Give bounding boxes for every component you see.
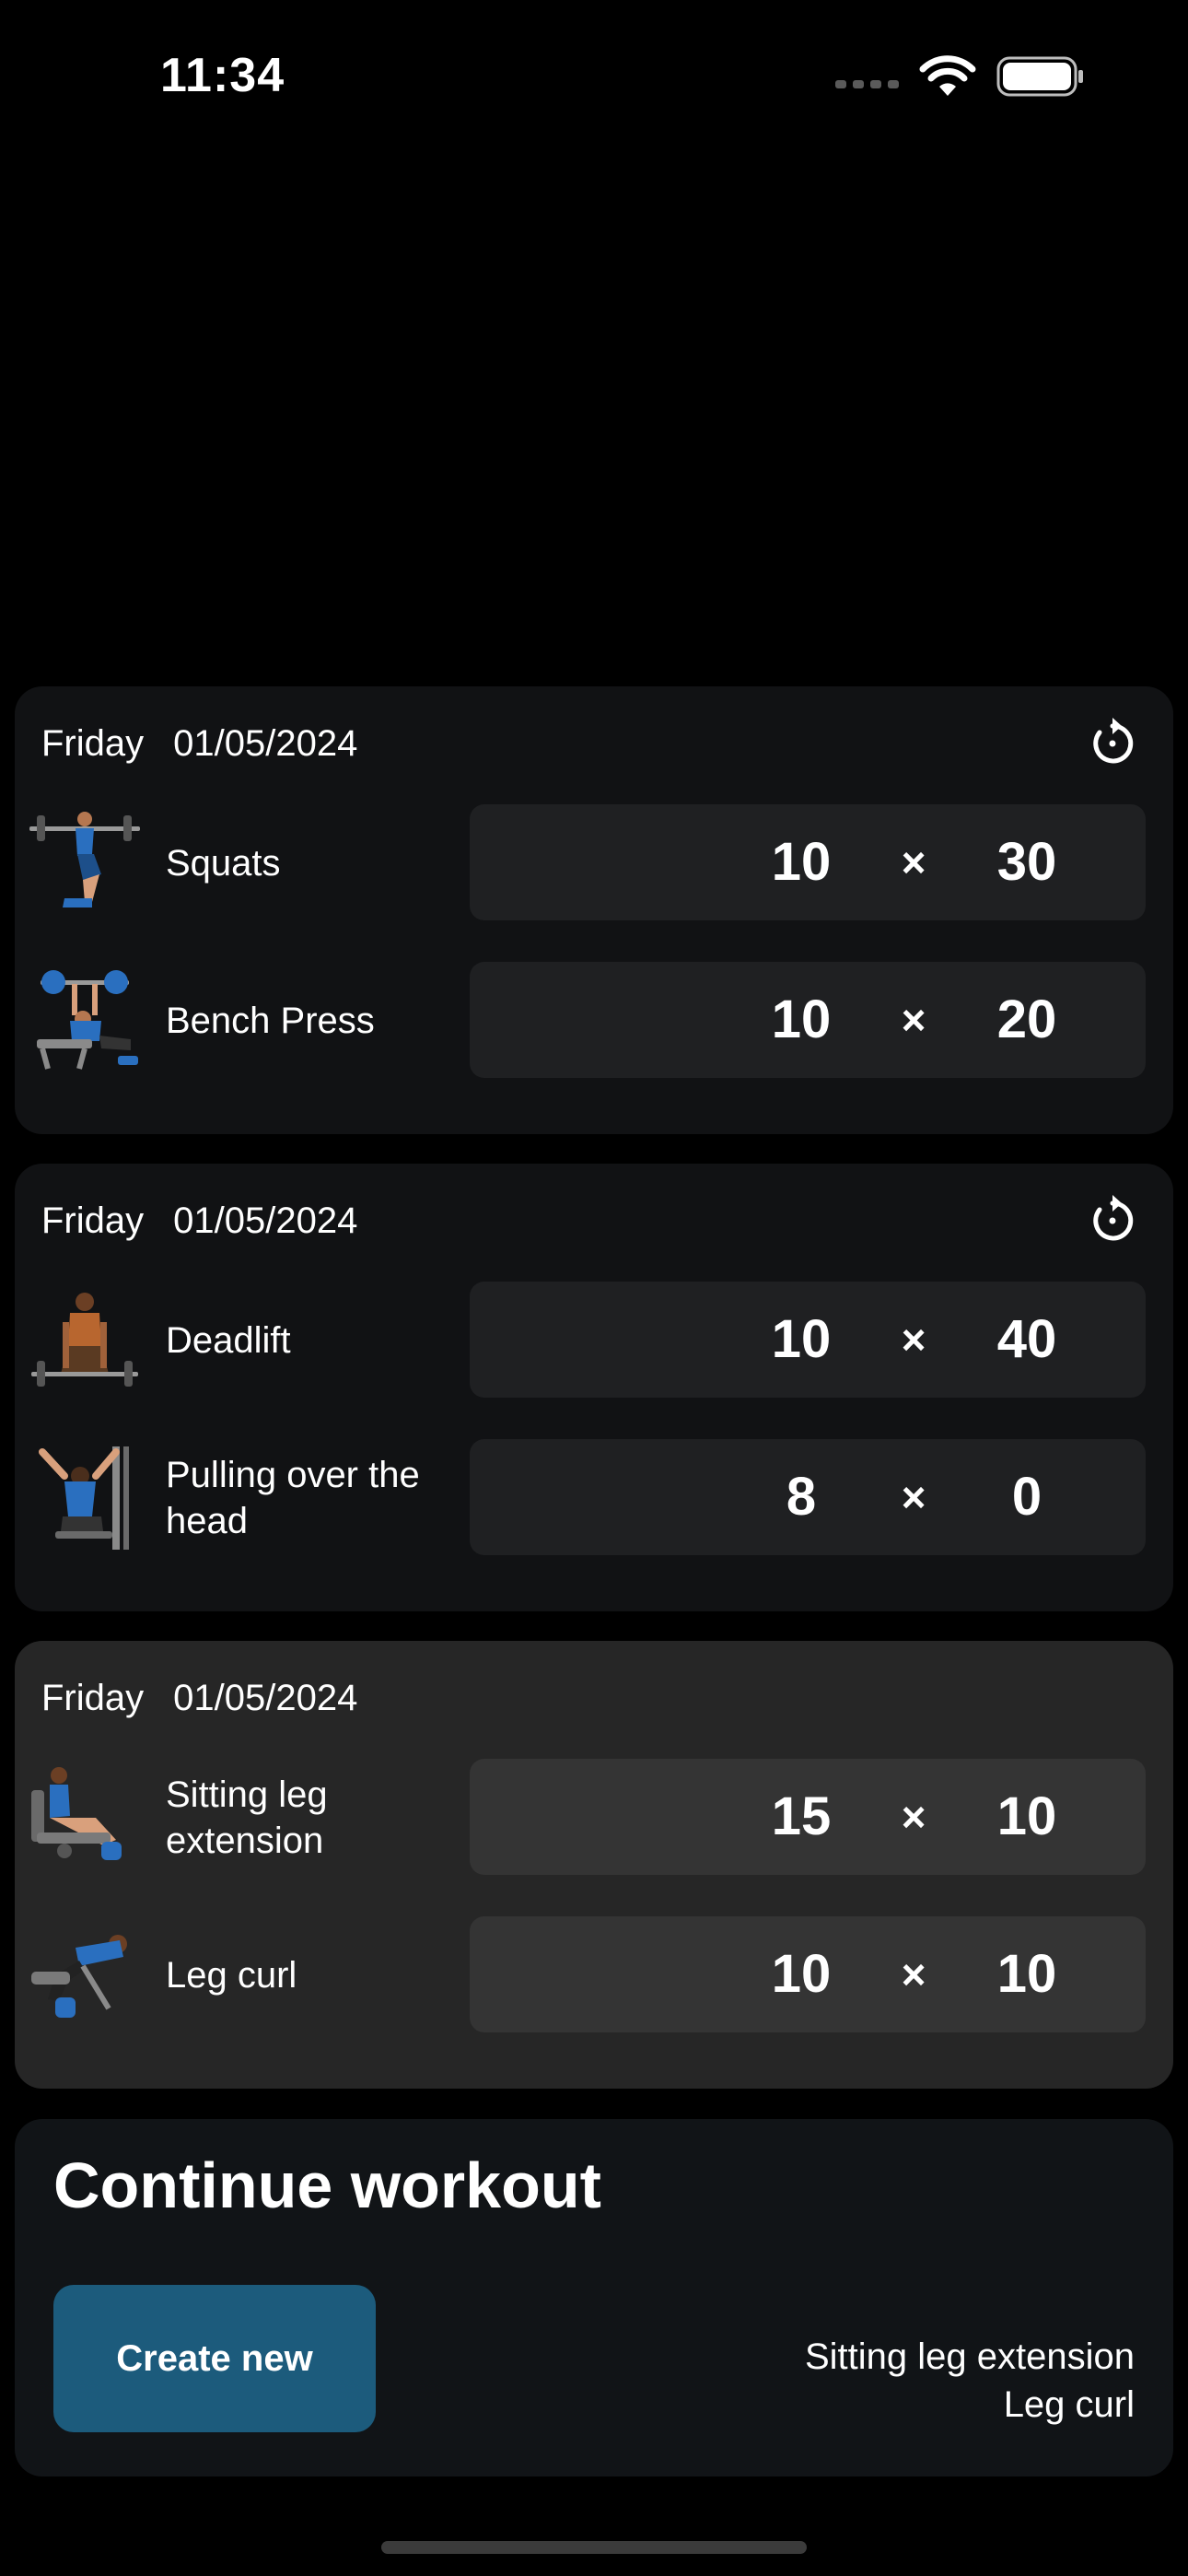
continue-workout-title: Continue workout (53, 2149, 601, 2221)
reps-value[interactable]: 8 (746, 1439, 856, 1555)
signal-dots-icon (835, 79, 899, 88)
weight-value[interactable]: 10 (958, 1916, 1096, 2032)
workout-day: Friday (41, 1200, 145, 1241)
weight-value[interactable]: 40 (958, 1282, 1096, 1398)
exercise-row[interactable]: Squats 10 × 30 (15, 804, 1173, 922)
exercise-values[interactable]: 8 × 0 (470, 1439, 1146, 1555)
exercise-values[interactable]: 10 × 10 (470, 1916, 1146, 2032)
leg-extension-figure-icon (31, 1767, 122, 1860)
squat-figure-icon (29, 812, 140, 907)
workout-card[interactable]: Friday 01/05/2024 Deadlift 10 × 40 Pulli… (15, 1164, 1173, 1611)
exercise-name: Squats (166, 843, 281, 884)
exercise-row[interactable]: Sitting leg extension 15 × 10 (15, 1759, 1173, 1877)
workout-date: 01/05/2024 (173, 1200, 358, 1241)
times-symbol: × (901, 1316, 926, 1364)
lat-pulldown-figure-icon (39, 1446, 129, 1550)
status-icons (835, 55, 1085, 98)
workout-date-header: Friday 01/05/2024 (41, 1200, 357, 1242)
exercise-name: Deadlift (166, 1320, 291, 1361)
exercise-row[interactable]: Leg curl 10 × 10 (15, 1916, 1173, 2034)
exercise-row[interactable]: Bench Press 10 × 20 (15, 962, 1173, 1080)
continue-workout-panel: Continue workout Create new Sitting leg … (15, 2119, 1173, 2476)
exercise-row[interactable]: Deadlift 10 × 40 (15, 1282, 1173, 1399)
reset-icon (1093, 1195, 1134, 1241)
reps-value[interactable]: 10 (746, 962, 856, 1078)
workout-date: 01/05/2024 (173, 723, 358, 764)
exercise-row[interactable]: Pulling over the head 8 × 0 (15, 1439, 1173, 1557)
exercise-name: Sitting leg extension (166, 1774, 328, 1861)
exercise-name: Pulling over the head (166, 1455, 420, 1541)
reset-icon (1093, 718, 1134, 764)
create-new-button[interactable]: Create new (53, 2285, 376, 2432)
continue-exercise-item: Leg curl (1003, 2384, 1135, 2425)
times-symbol: × (901, 1473, 926, 1521)
reps-value[interactable]: 10 (746, 1282, 856, 1398)
reps-value[interactable]: 10 (746, 804, 856, 920)
workout-card[interactable]: Friday 01/05/2024 Squats 10 × 30 Bench P… (15, 686, 1173, 1134)
home-indicator[interactable] (381, 2541, 807, 2554)
workout-date-header: Friday 01/05/2024 (41, 723, 357, 765)
wifi-icon (919, 55, 976, 96)
times-symbol: × (901, 838, 926, 886)
reps-value[interactable]: 10 (746, 1916, 856, 2032)
continue-exercise-list: Sitting leg extension Leg curl (805, 2333, 1135, 2429)
workout-day: Friday (41, 1678, 145, 1718)
workout-date-header: Friday 01/05/2024 (41, 1678, 357, 1719)
leg-curl-figure-icon (31, 1935, 127, 2018)
reset-button[interactable] (1085, 1189, 1140, 1245)
weight-value[interactable]: 10 (958, 1759, 1096, 1875)
exercise-values[interactable]: 10 × 30 (470, 804, 1146, 920)
bench-press-figure-icon (37, 970, 138, 1070)
exercise-name: Bench Press (166, 1001, 375, 1041)
weight-value[interactable]: 0 (958, 1439, 1096, 1555)
battery-icon (996, 56, 1083, 97)
continue-exercise-item: Sitting leg extension (804, 2336, 1135, 2377)
times-symbol: × (901, 1950, 926, 1998)
exercise-name: Leg curl (166, 1955, 297, 1996)
times-symbol: × (901, 996, 926, 1044)
exercise-values[interactable]: 10 × 40 (470, 1282, 1146, 1398)
reset-button[interactable] (1085, 712, 1140, 767)
workout-day: Friday (41, 723, 145, 764)
workout-card-selected[interactable]: Friday 01/05/2024 Sitting leg extension … (15, 1641, 1173, 2089)
weight-value[interactable]: 20 (958, 962, 1096, 1078)
reps-value[interactable]: 15 (746, 1759, 856, 1875)
times-symbol: × (901, 1793, 926, 1841)
status-time: 11:34 (160, 49, 285, 102)
deadlift-figure-icon (31, 1293, 138, 1387)
exercise-values[interactable]: 10 × 20 (470, 962, 1146, 1078)
weight-value[interactable]: 30 (958, 804, 1096, 920)
exercise-values[interactable]: 15 × 10 (470, 1759, 1146, 1875)
workout-date: 01/05/2024 (173, 1678, 358, 1718)
